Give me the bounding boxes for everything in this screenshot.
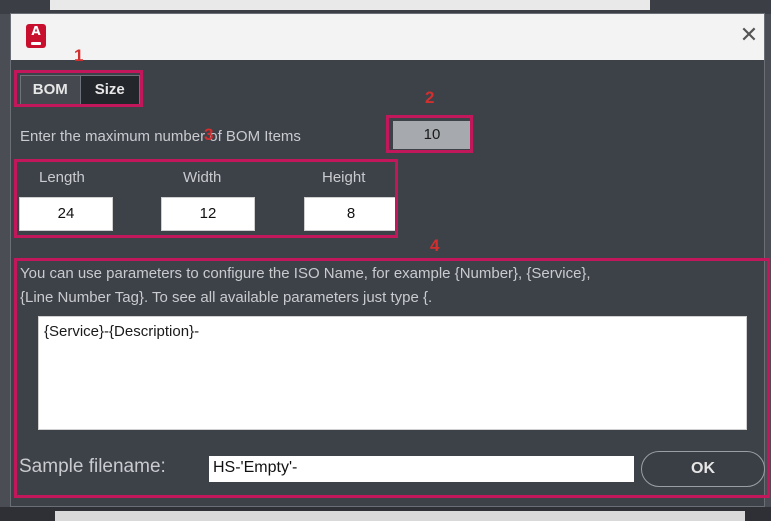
title-bar: A ✕ <box>11 14 764 60</box>
annotation-number-3: 3 <box>204 125 214 144</box>
app-icon-bar <box>31 42 41 45</box>
close-icon: ✕ <box>739 23 759 48</box>
autocad-app-icon: A <box>26 24 46 48</box>
annotation-number-1: 1 <box>74 46 84 65</box>
annotation-box-1 <box>14 70 143 107</box>
close-button[interactable]: ✕ <box>735 22 763 50</box>
annotation-number-2: 2 <box>425 88 435 107</box>
app-icon-glyph: A <box>31 24 41 38</box>
background-window-strip <box>50 0 650 10</box>
max-bom-items-label: Enter the maximum number of BOM Items <box>20 128 301 145</box>
background-scrollbar <box>55 511 745 521</box>
background-window-top <box>0 0 771 14</box>
annotation-box-4 <box>14 258 770 498</box>
annotation-number-4: 4 <box>430 236 440 255</box>
background-window-bottom <box>0 507 771 521</box>
annotation-box-3 <box>14 159 398 238</box>
annotation-box-2 <box>386 115 473 153</box>
